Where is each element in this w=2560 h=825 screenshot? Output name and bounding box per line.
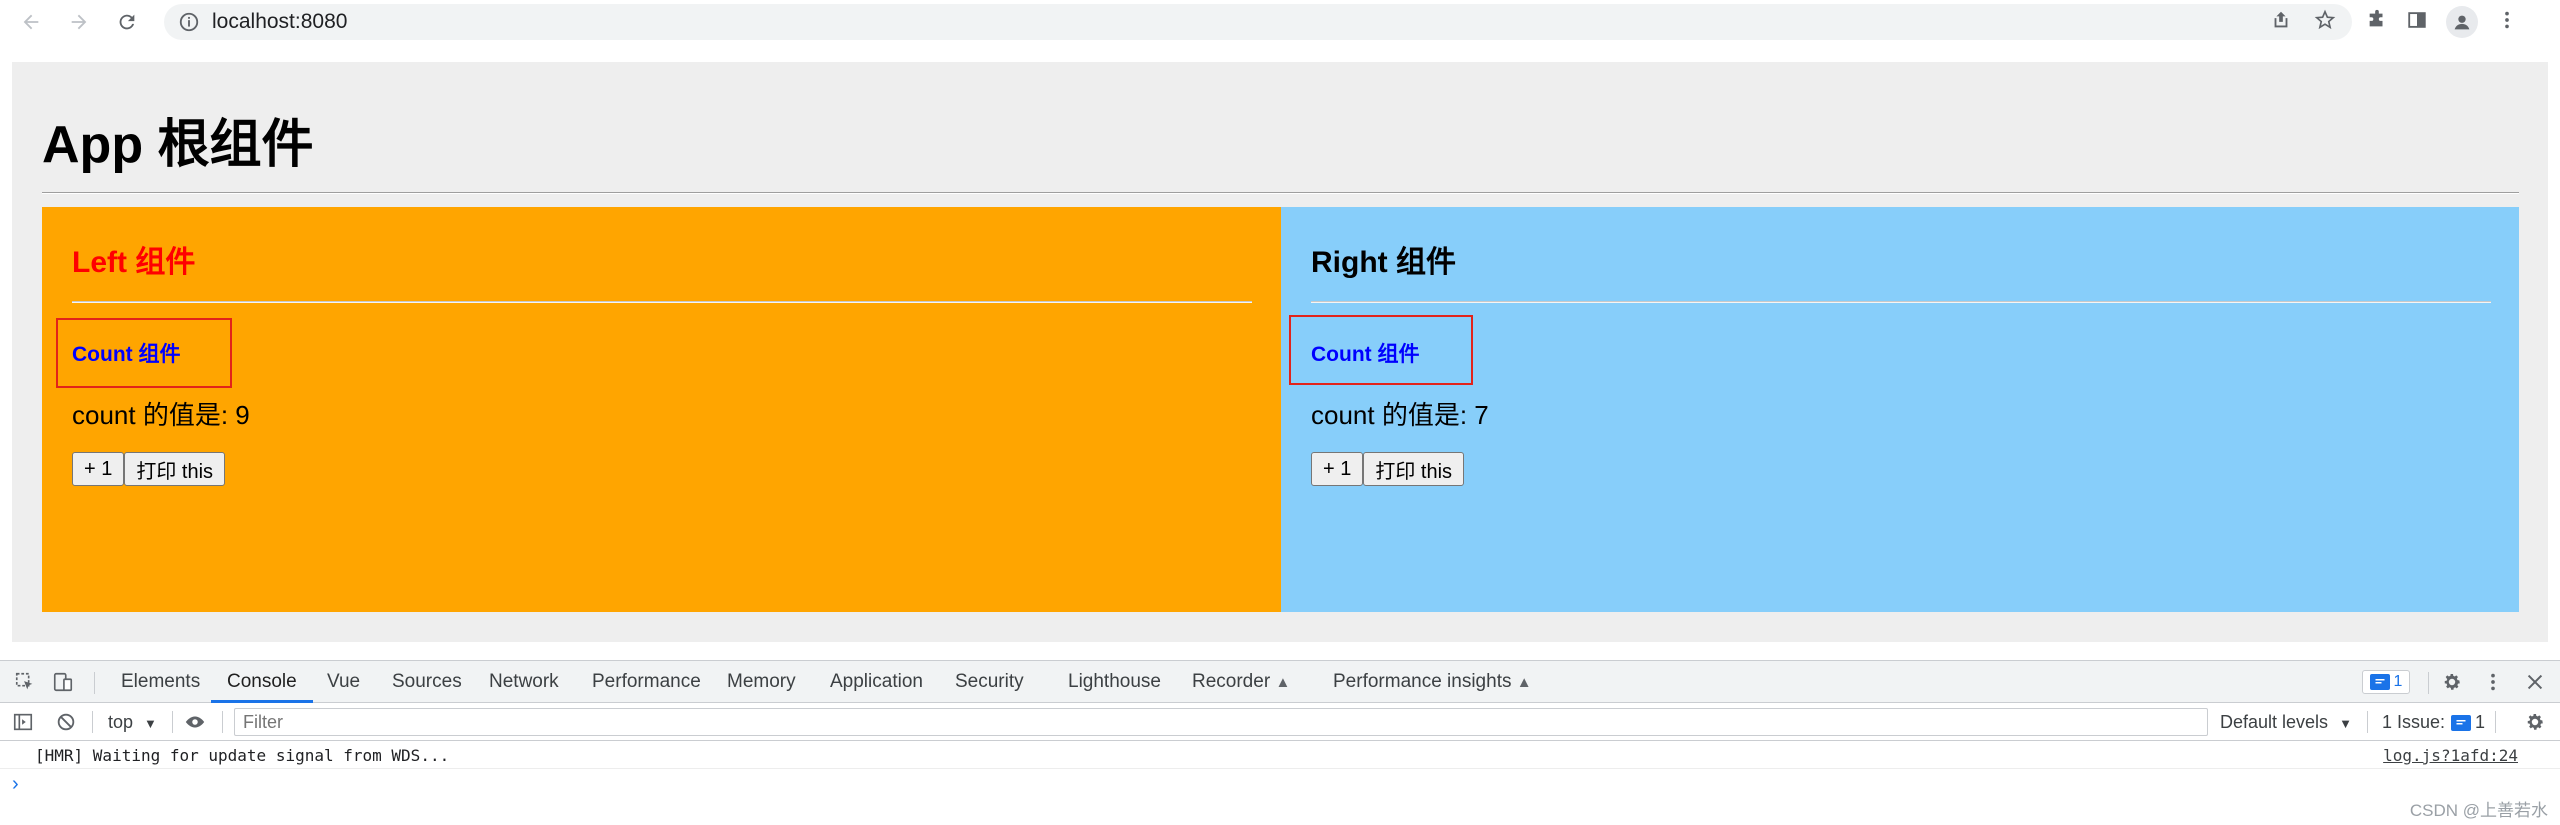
devtools-tabbar: Elements Console Vue Sources Network Per…	[0, 661, 2560, 703]
divider	[1311, 301, 2491, 303]
count-value-text: count 的值是: 9	[72, 400, 250, 430]
tab-security[interactable]: Security	[955, 661, 1024, 703]
console-message: [HMR] Waiting for update signal from WDS…	[35, 746, 450, 765]
tab-elements[interactable]: Elements	[121, 661, 200, 703]
tab-performance-insights-label: Performance insights	[1333, 671, 1512, 692]
devtools-panel: Elements Console Vue Sources Network Per…	[0, 660, 2560, 825]
flask-icon: ▲	[1275, 674, 1291, 691]
tab-memory[interactable]: Memory	[727, 661, 796, 703]
dropdown-arrow-icon: ▼	[2339, 716, 2352, 731]
settings-gear-icon[interactable]	[2441, 671, 2463, 693]
extensions-puzzle-icon[interactable]	[2366, 9, 2388, 36]
tab-console[interactable]: Console	[211, 661, 313, 703]
tab-recorder[interactable]: Recorder ▲	[1192, 661, 1290, 703]
tab-sources[interactable]: Sources	[392, 661, 462, 703]
flask-icon: ▲	[1516, 674, 1532, 691]
increment-button[interactable]: + 1	[72, 452, 125, 486]
kebab-menu-icon[interactable]	[2496, 9, 2518, 36]
app-title: App 根组件	[42, 116, 314, 174]
tab-performance-insights[interactable]: Performance insights ▲	[1333, 661, 1532, 703]
reload-icon[interactable]	[110, 5, 144, 39]
url-text[interactable]: localhost:8080	[212, 10, 347, 34]
message-counter[interactable]: 1	[2362, 670, 2410, 694]
message-icon	[2369, 674, 2390, 690]
print-this-button[interactable]: 打印 this	[1363, 452, 1465, 486]
log-levels-label: Default levels	[2220, 712, 2329, 732]
right-component: Right 组件 Count 组件 count 的值是: 7 + 1 打印 th…	[1281, 207, 2519, 612]
console-message-row: [HMR] Waiting for update signal from WDS…	[0, 741, 2560, 769]
info-icon[interactable]	[178, 11, 200, 33]
clear-console-icon[interactable]	[55, 711, 77, 733]
inspect-element-icon[interactable]	[14, 671, 36, 693]
tab-recorder-label: Recorder	[1192, 671, 1271, 692]
divider	[72, 301, 1252, 303]
issue-icon	[2451, 714, 2472, 731]
bookmark-star-icon[interactable]	[2314, 9, 2336, 36]
dropdown-arrow-icon: ▼	[144, 716, 157, 731]
profile-avatar-icon[interactable]	[2446, 6, 2478, 38]
address-bar[interactable]: localhost:8080	[164, 4, 2352, 40]
log-levels-dropdown[interactable]: Default levels ▼	[2220, 712, 2352, 733]
live-expression-eye-icon[interactable]	[184, 711, 206, 733]
tab-performance[interactable]: Performance	[592, 661, 701, 703]
context-value: top	[108, 712, 134, 732]
component-container: Left 组件 Count 组件 count 的值是: 9 + 1 打印 thi…	[42, 207, 2519, 612]
forward-arrow-icon[interactable]	[62, 5, 96, 39]
tab-application[interactable]: Application	[830, 661, 923, 703]
context-selector[interactable]: top ▼	[108, 712, 157, 733]
increment-button[interactable]: + 1	[1311, 452, 1364, 486]
share-icon[interactable]	[2270, 9, 2292, 36]
console-source-link[interactable]: log.js?1afd:24	[2383, 746, 2518, 765]
left-component-title: Left 组件	[72, 246, 196, 279]
side-panel-icon[interactable]	[2406, 9, 2428, 36]
console-filter-input[interactable]	[234, 708, 2208, 736]
count-component-title: Count 组件	[72, 343, 181, 366]
device-toolbar-icon[interactable]	[52, 671, 74, 693]
browser-toolbar: localhost:8080	[0, 0, 2560, 44]
close-icon[interactable]	[2524, 671, 2546, 693]
sidebar-toggle-icon[interactable]	[12, 711, 34, 733]
tab-vue[interactable]: Vue	[327, 661, 360, 703]
count-value-text: count 的值是: 7	[1311, 400, 1489, 430]
tab-lighthouse[interactable]: Lighthouse	[1068, 661, 1161, 703]
tab-network[interactable]: Network	[489, 661, 559, 703]
console-settings-gear-icon[interactable]	[2524, 711, 2546, 733]
print-this-button[interactable]: 打印 this	[124, 452, 226, 486]
right-component-title: Right 组件	[1311, 246, 1456, 279]
app-root: App 根组件 Left 组件 Count 组件 count 的值是: 9 + …	[12, 62, 2548, 642]
divider	[42, 192, 2519, 194]
message-count: 1	[2393, 673, 2403, 690]
left-component: Left 组件 Count 组件 count 的值是: 9 + 1 打印 thi…	[42, 207, 1281, 612]
issues-label: 1 Issue:	[2382, 712, 2446, 732]
back-arrow-icon[interactable]	[14, 5, 48, 39]
console-prompt-icon[interactable]: ›	[12, 773, 19, 796]
console-toolbar: top ▼ Default levels ▼ 1 Issue: 1	[0, 703, 2560, 741]
watermark: CSDN @上善若水	[2409, 801, 2548, 820]
more-options-icon[interactable]	[2482, 671, 2504, 693]
issues-counter[interactable]: 1 Issue: 1	[2382, 712, 2485, 733]
count-component-title: Count 组件	[1311, 343, 1420, 366]
issues-count: 1	[2475, 712, 2486, 732]
